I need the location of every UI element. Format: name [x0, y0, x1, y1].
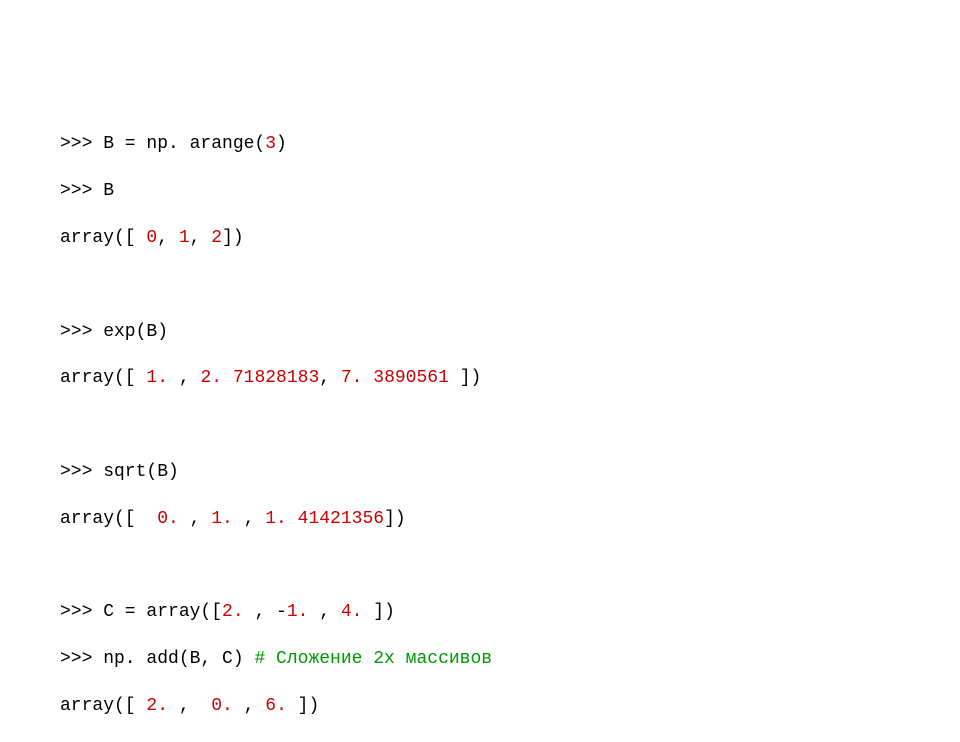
line-8: >>> sqrt(B) — [60, 461, 900, 484]
code-text: , — [179, 509, 211, 529]
code-text: , — [319, 368, 341, 388]
number-literal: 3 — [265, 134, 276, 154]
line-13: array([ 2. , 0. , 6. ]) — [60, 695, 900, 718]
code-text: ]) — [449, 368, 481, 388]
number-literal: 2 — [211, 228, 222, 248]
code-text: , — [233, 509, 265, 529]
number-literal: 6. — [265, 696, 287, 716]
code-text: , — [168, 368, 200, 388]
code-text: B = np. arange( — [92, 134, 265, 154]
code-text: ]) — [222, 228, 244, 248]
line-11: >>> C = array([2. , -1. , 4. ]) — [60, 601, 900, 624]
code-text: ) — [276, 134, 287, 154]
code-text: , — [233, 696, 265, 716]
line-1: >>> B = np. arange(3) — [60, 133, 900, 156]
python-repl-output: >>> B = np. arange(3) >>> B array([ 0, 1… — [60, 110, 900, 742]
number-literal: 2. 71828183 — [200, 368, 319, 388]
code-text: , — [157, 228, 179, 248]
code-text: ]) — [287, 696, 319, 716]
code-text: array([ — [60, 696, 146, 716]
code-text: , - — [244, 602, 287, 622]
code-text: ]) — [362, 602, 394, 622]
code-text: array([ — [60, 228, 146, 248]
number-literal: 1. 41421356 — [265, 509, 384, 529]
prompt: >>> — [60, 322, 92, 342]
code-text: array([ — [60, 509, 157, 529]
prompt: >>> — [60, 181, 92, 201]
prompt: >>> — [60, 134, 92, 154]
number-literal: 2. — [222, 602, 244, 622]
blank-line — [60, 414, 900, 437]
code-text: exp(B) — [92, 322, 168, 342]
blank-line — [60, 554, 900, 577]
prompt: >>> — [60, 649, 92, 669]
comment-text: # Сложение 2х массивов — [254, 649, 492, 669]
line-6: array([ 1. , 2. 71828183, 7. 3890561 ]) — [60, 367, 900, 390]
prompt: >>> — [60, 462, 92, 482]
code-text: np. add(B, C) — [92, 649, 254, 669]
code-text: , — [168, 696, 211, 716]
number-literal: 2. — [146, 696, 168, 716]
number-literal: 0. — [211, 696, 233, 716]
line-2: >>> B — [60, 180, 900, 203]
number-literal: 1. — [146, 368, 168, 388]
prompt: >>> — [60, 602, 92, 622]
code-text: , — [308, 602, 340, 622]
number-literal: 1. — [287, 602, 309, 622]
number-literal: 0. — [157, 509, 179, 529]
code-text: , — [190, 228, 212, 248]
line-5: >>> exp(B) — [60, 321, 900, 344]
code-text: ]) — [384, 509, 406, 529]
number-literal: 1. — [211, 509, 233, 529]
line-9: array([ 0. , 1. , 1. 41421356]) — [60, 508, 900, 531]
number-literal: 4. — [341, 602, 363, 622]
number-literal: 1 — [179, 228, 190, 248]
code-text: sqrt(B) — [92, 462, 178, 482]
line-3: array([ 0, 1, 2]) — [60, 227, 900, 250]
code-text: B — [92, 181, 114, 201]
line-12: >>> np. add(B, C) # Сложение 2х массивов — [60, 648, 900, 671]
number-literal: 0 — [146, 228, 157, 248]
blank-line — [60, 274, 900, 297]
number-literal: 7. 3890561 — [341, 368, 449, 388]
code-text: array([ — [60, 368, 146, 388]
code-text: C = array([ — [92, 602, 222, 622]
